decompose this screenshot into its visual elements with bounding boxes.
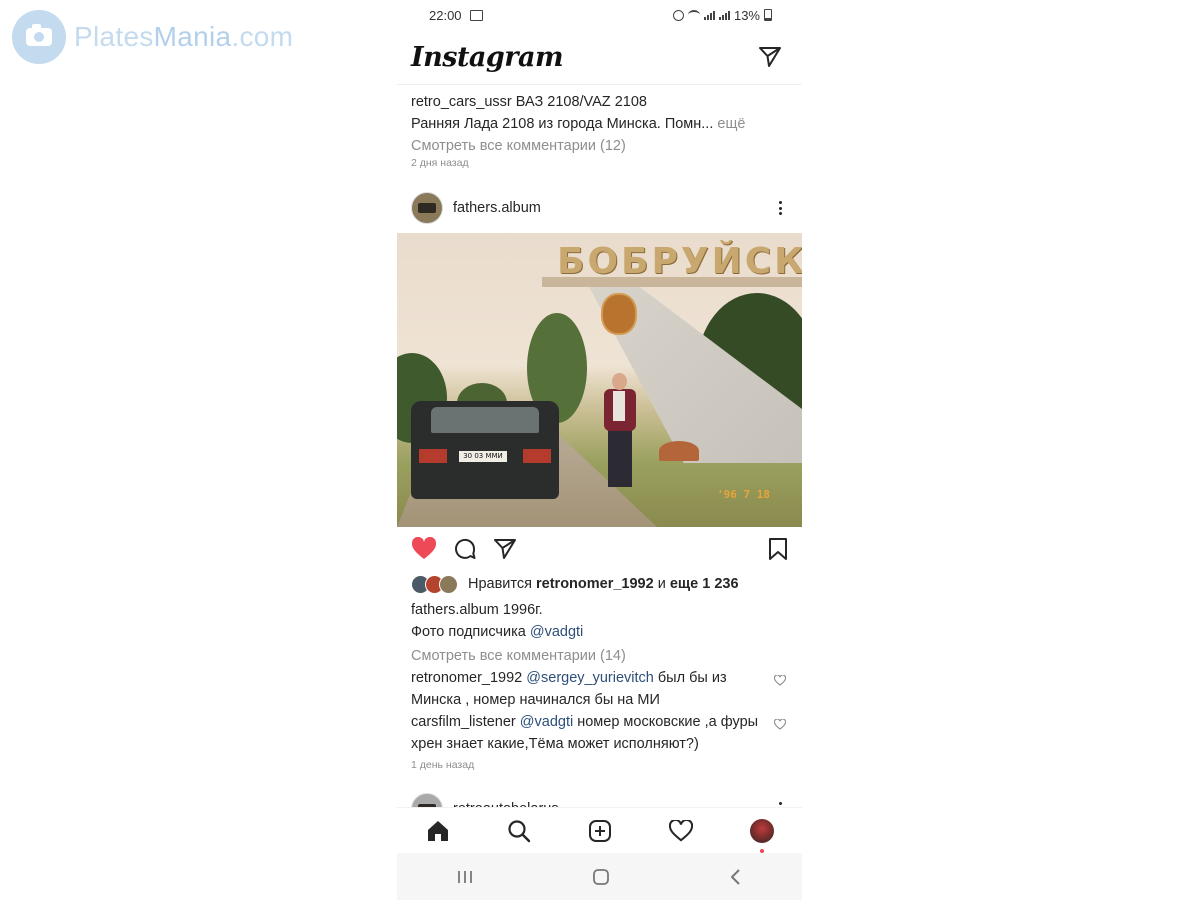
likes-conj: и [657,576,666,592]
prev-post-username[interactable]: retro_cars_ussr [411,94,512,110]
car: 30 03 ММИ [411,401,559,499]
activity-heart-icon[interactable] [668,820,693,842]
caption-text-2: Фото подписчика [411,624,526,640]
city-sign-text: БОБРУЙСК [557,241,802,282]
post-caption: fathers.album 1996г. Фото подписчика @va… [397,597,802,667]
alarm-icon [672,9,684,21]
caption-mention[interactable]: @vadgti [530,624,583,640]
comment-username[interactable]: retronomer_1992 [411,670,522,686]
system-navigation-bar [397,853,802,900]
new-post-icon[interactable] [588,819,612,843]
platesmania-watermark: PlatesMania.com [12,10,293,64]
post-actions [397,527,802,571]
person [602,373,638,493]
likes-prefix: Нравится [468,576,532,592]
phone-screen: 22:00 13% Instagram retro_cars_ussr ВАЗ … [397,0,802,900]
heart-filled-icon[interactable] [411,537,437,561]
emblem [601,293,637,335]
app-header: Instagram [397,30,802,85]
battery-percent: 13% [733,7,760,23]
home-icon[interactable] [426,819,450,843]
liker-username[interactable]: retronomer_1992 [536,576,654,592]
comment-item: retronomer_1992 @sergey_yurievitch был б… [397,667,802,711]
comment-like-icon[interactable] [773,667,788,711]
caption-text: 1996г. [502,602,543,618]
post-photo[interactable]: БОБРУЙСК 30 03 ММИ '96 7 18 [397,233,802,527]
more-options-icon[interactable] [779,201,788,215]
comment-mention[interactable]: @vadgti [520,714,573,730]
back-icon[interactable] [729,868,743,886]
instagram-logo[interactable]: Instagram [411,42,564,73]
prev-post-more-link[interactable]: ещё [717,116,745,132]
previous-post-caption: retro_cars_ussr ВАЗ 2108/VAZ 2108 Ранняя… [397,85,802,169]
wifi-icon [687,10,700,20]
direct-message-icon[interactable] [758,45,782,69]
likes-others[interactable]: еще 1 236 [670,576,739,592]
liker-avatars [411,574,458,594]
recent-apps-icon[interactable] [456,869,474,885]
profile-tab[interactable] [749,819,774,853]
photo-date-stamp: '96 7 18 [717,488,770,501]
prev-post-timestamp: 2 дня назад [411,157,469,169]
signal-icon [703,10,715,20]
share-icon[interactable] [493,537,517,561]
comment-icon[interactable] [453,537,477,561]
comment-mention[interactable]: @sergey_yurievitch [526,670,654,686]
comment-like-icon[interactable] [773,711,788,755]
comment-username[interactable]: carsfilm_listener [411,714,516,730]
watermark-text: PlatesMania.com [74,21,294,52]
view-all-comments-link[interactable]: Смотреть все комментарии (14) [411,645,788,667]
battery-icon [764,9,772,21]
caption-username[interactable]: fathers.album [411,602,499,618]
post-header: fathers.album [397,183,802,233]
flower-bed [659,441,699,461]
bottom-navigation [397,807,802,854]
prev-post-caption-title: ВАЗ 2108/VAZ 2108 [515,94,647,110]
license-plate: 30 03 ММИ [459,451,507,462]
avatar[interactable] [411,192,443,224]
prev-post-caption-text: Ранняя Лада 2108 из города Минска. Помн.… [411,116,714,132]
signal-icon-2 [718,10,730,20]
bookmark-icon[interactable] [768,537,788,561]
post-username[interactable]: fathers.album [453,200,541,216]
status-time: 22:00 [429,7,462,23]
prev-post-view-comments[interactable]: Смотреть все комментарии (12) [411,135,788,157]
gallery-notification-icon [469,9,483,21]
search-icon[interactable] [507,819,531,843]
home-button-icon[interactable] [592,868,610,886]
camera-logo-icon [12,10,66,64]
comment-item: carsfilm_listener @vadgti номер московск… [397,711,802,755]
status-bar: 22:00 13% [397,0,802,30]
profile-avatar[interactable] [749,819,774,843]
likes-row[interactable]: Нравится retronomer_1992 и еще 1 236 [397,571,802,597]
post-timestamp: 1 день назад [411,759,475,771]
